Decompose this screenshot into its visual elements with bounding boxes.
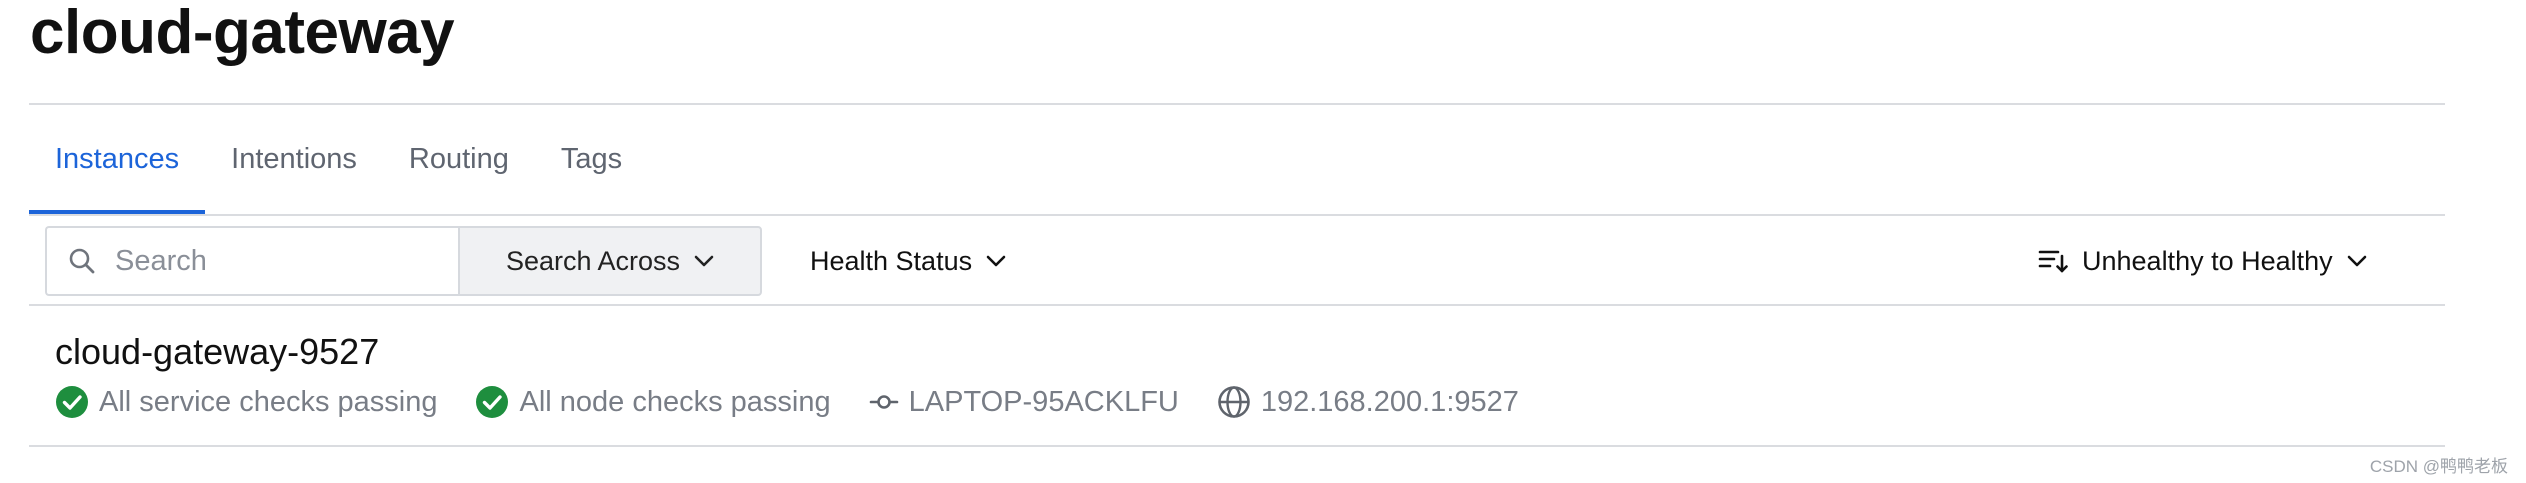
search-box bbox=[45, 226, 458, 296]
check-circle-icon bbox=[55, 385, 89, 419]
search-input[interactable] bbox=[115, 244, 435, 278]
address-text: 192.168.200.1:9527 bbox=[1260, 385, 1519, 418]
instance-name-link[interactable]: cloud-gateway-9527 bbox=[55, 332, 379, 372]
tab-bar: Instances Intentions Routing Tags bbox=[29, 104, 648, 215]
node-name-text: LAPTOP-95ACKLFU bbox=[908, 385, 1179, 418]
service-detail-page: cloud-gateway Instances Intentions Routi… bbox=[0, 0, 2526, 483]
instance-meta: All service checks passing All node chec… bbox=[55, 382, 1557, 422]
tab-intentions[interactable]: Intentions bbox=[205, 104, 383, 215]
node-checks-text: All node checks passing bbox=[519, 385, 831, 418]
page-title: cloud-gateway bbox=[30, 0, 455, 67]
sort-dropdown[interactable]: Unhealthy to Healthy bbox=[2038, 226, 2367, 296]
health-status-dropdown[interactable]: Health Status bbox=[810, 226, 1006, 296]
filter-bar: Search Across Health Status Unhea bbox=[29, 216, 2445, 304]
service-checks-text: All service checks passing bbox=[99, 385, 438, 418]
tab-tags[interactable]: Tags bbox=[535, 104, 648, 215]
tab-routing[interactable]: Routing bbox=[383, 104, 535, 215]
search-icon bbox=[67, 246, 97, 276]
check-circle-icon bbox=[475, 385, 509, 419]
node-name: LAPTOP-95ACKLFU bbox=[869, 386, 1179, 419]
watermark: CSDN @鸭鸭老板 bbox=[2369, 457, 2508, 476]
sort-icon bbox=[2038, 248, 2068, 274]
search-across-label: Search Across bbox=[505, 245, 681, 276]
instance-address: 192.168.200.1:9527 bbox=[1217, 385, 1519, 419]
instance-list-item: cloud-gateway-9527 All service checks pa… bbox=[29, 306, 2445, 445]
tab-instances[interactable]: Instances bbox=[29, 104, 206, 215]
node-icon bbox=[869, 392, 899, 412]
node-checks-status: All node checks passing bbox=[475, 385, 831, 419]
service-checks-status: All service checks passing bbox=[55, 385, 437, 419]
row-divider bbox=[29, 445, 2445, 447]
search-across-dropdown[interactable]: Search Across bbox=[458, 226, 762, 296]
chevron-down-icon bbox=[694, 255, 714, 267]
sort-label: Unhealthy to Healthy bbox=[2082, 245, 2333, 276]
health-status-label: Health Status bbox=[810, 245, 973, 276]
globe-icon bbox=[1217, 385, 1251, 419]
chevron-down-icon bbox=[2347, 255, 2367, 267]
chevron-down-icon bbox=[986, 255, 1006, 267]
